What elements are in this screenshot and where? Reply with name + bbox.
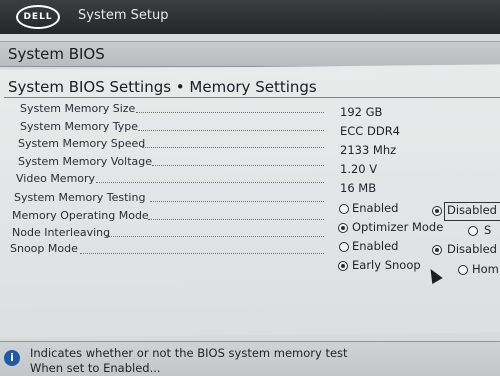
leader-dots [96, 182, 324, 183]
memory-operating-mode-optimizer-label[interactable]: Optimizer Mode [352, 220, 443, 234]
node-interleaving-label: Node Interleaving [12, 226, 111, 239]
bios-title-bar: System BIOS [0, 41, 500, 67]
help-bar: i Indicates whether or not the BIOS syst… [0, 341, 500, 376]
leader-dots [148, 219, 324, 220]
video-memory-label: Video Memory [16, 172, 96, 185]
dell-logo: DELL [16, 5, 60, 29]
system-memory-testing-disabled-radio[interactable] [432, 206, 442, 216]
node-interleaving-disabled-radio[interactable] [432, 245, 442, 255]
leader-dots [152, 165, 324, 166]
system-memory-testing-enabled-label[interactable]: Enabled [352, 201, 398, 215]
info-icon: i [4, 350, 20, 366]
memory-operating-mode-optimizer-radio[interactable] [338, 223, 348, 233]
leader-dots [106, 236, 324, 237]
memory-operating-mode-label: Memory Operating Mode [12, 209, 149, 222]
leader-dots [138, 130, 324, 131]
system-memory-size-value: 192 GB [340, 105, 383, 119]
node-interleaving-enabled-radio[interactable] [339, 242, 349, 252]
section-divider [4, 97, 500, 98]
system-memory-testing-enabled-radio[interactable] [339, 204, 349, 214]
node-interleaving-disabled-label[interactable]: Disabled [447, 242, 497, 256]
snoop-mode-home-label[interactable]: Hom [472, 262, 499, 276]
snoop-mode-label: Snoop Mode [10, 242, 78, 255]
system-memory-testing-disabled-label[interactable]: Disabled [447, 203, 497, 217]
section-title: System BIOS Settings • Memory Settings [8, 78, 317, 96]
top-bar: DELL System Setup [0, 0, 500, 34]
system-memory-testing-label: System Memory Testing [14, 191, 146, 204]
memory-operating-mode-second-label[interactable]: S [484, 223, 491, 237]
bios-title: System BIOS [8, 45, 105, 63]
system-memory-size-label: System Memory Size [20, 102, 136, 115]
video-memory-value: 16 MB [340, 181, 377, 195]
leader-dots [150, 201, 324, 202]
memory-operating-mode-second-radio[interactable] [468, 226, 478, 236]
snoop-mode-early-snoop-label[interactable]: Early Snoop [352, 258, 421, 272]
help-text-line2: When set to Enabled... [30, 361, 161, 375]
leader-dots [142, 147, 324, 148]
help-text-line1: Indicates whether or not the BIOS system… [30, 346, 348, 360]
snoop-mode-early-snoop-radio[interactable] [338, 261, 348, 271]
system-memory-voltage-value: 1.20 V [340, 162, 378, 176]
snoop-mode-home-radio[interactable] [458, 265, 468, 275]
system-memory-speed-label: System Memory Speed [18, 137, 146, 150]
system-memory-speed-value: 2133 Mhz [340, 143, 397, 157]
system-memory-type-label: System Memory Type [20, 120, 139, 133]
system-memory-voltage-label: System Memory Voltage [18, 155, 153, 168]
node-interleaving-enabled-label[interactable]: Enabled [352, 239, 398, 253]
leader-dots [136, 112, 324, 113]
leader-dots [80, 253, 324, 254]
system-memory-type-value: ECC DDR4 [340, 124, 400, 138]
app-title: System Setup [78, 8, 169, 23]
